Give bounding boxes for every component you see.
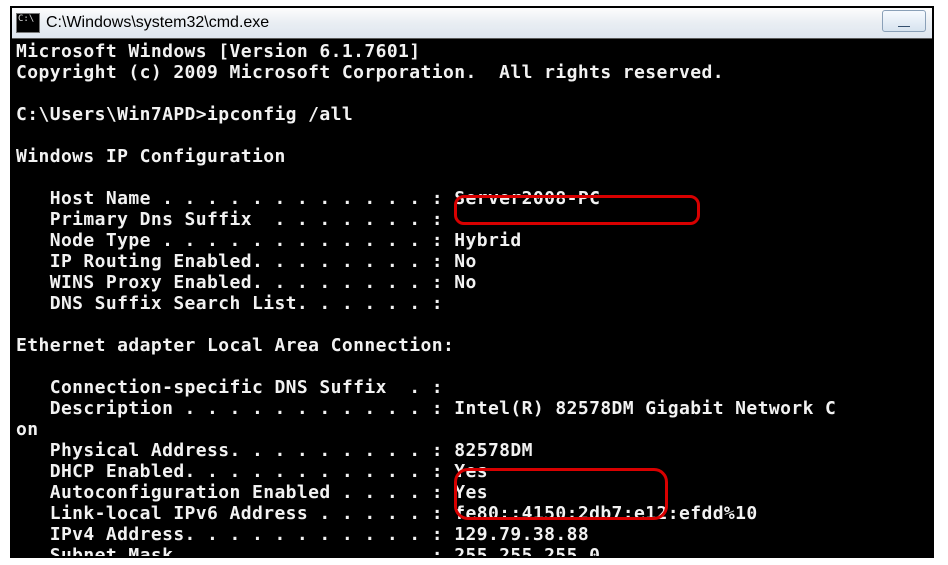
dhcp-enabled-line: DHCP Enabled. . . . . . . . . . . : Yes bbox=[16, 461, 488, 482]
primary-dns-suffix-line: Primary Dns Suffix . . . . . . . : bbox=[16, 209, 443, 230]
subnet-mask-line: Subnet Mask . . . . . . . . . . . : 255.… bbox=[16, 545, 600, 556]
section-ethernet-title: Ethernet adapter Local Area Connection: bbox=[16, 335, 454, 356]
node-type-line: Node Type . . . . . . . . . . . . : Hybr… bbox=[16, 230, 522, 251]
description-wrap-line: on bbox=[16, 419, 38, 440]
window-titlebar[interactable]: C:\Windows\system32\cmd.exe bbox=[12, 8, 932, 39]
dns-suffix-search-list-line: DNS Suffix Search List. . . . . . : bbox=[16, 293, 443, 314]
terminal-output[interactable]: Microsoft Windows [Version 6.1.7601] Cop… bbox=[12, 39, 932, 556]
window-title: C:\Windows\system32\cmd.exe bbox=[46, 14, 932, 32]
link-local-ipv6-line: Link-local IPv6 Address . . . . . : fe80… bbox=[16, 503, 758, 524]
autoconfiguration-enabled-line: Autoconfiguration Enabled . . . . : Yes bbox=[16, 482, 488, 503]
description-line: Description . . . . . . . . . . . : Inte… bbox=[16, 398, 836, 419]
physical-address-line: Physical Address. . . . . . . . . : 8257… bbox=[16, 440, 533, 461]
minimize-icon bbox=[898, 22, 910, 27]
window-controls bbox=[882, 10, 926, 32]
copyright-line: Copyright (c) 2009 Microsoft Corporation… bbox=[16, 62, 724, 83]
cmd-icon bbox=[16, 13, 40, 33]
section-ipconfig-title: Windows IP Configuration bbox=[16, 146, 286, 167]
prompt-line: C:\Users\Win7APD>ipconfig /all bbox=[16, 104, 353, 125]
minimize-button[interactable] bbox=[882, 10, 926, 32]
host-name-line: Host Name . . . . . . . . . . . . : Serv… bbox=[16, 188, 600, 209]
os-version-line: Microsoft Windows [Version 6.1.7601] bbox=[16, 41, 421, 62]
connection-dns-suffix-line: Connection-specific DNS Suffix . : bbox=[16, 377, 443, 398]
cmd-window: C:\Windows\system32\cmd.exe Microsoft Wi… bbox=[10, 6, 934, 558]
ip-routing-enabled-line: IP Routing Enabled. . . . . . . . : No bbox=[16, 251, 477, 272]
wins-proxy-enabled-line: WINS Proxy Enabled. . . . . . . . : No bbox=[16, 272, 477, 293]
ipv4-address-line: IPv4 Address. . . . . . . . . . . : 129.… bbox=[16, 524, 589, 545]
